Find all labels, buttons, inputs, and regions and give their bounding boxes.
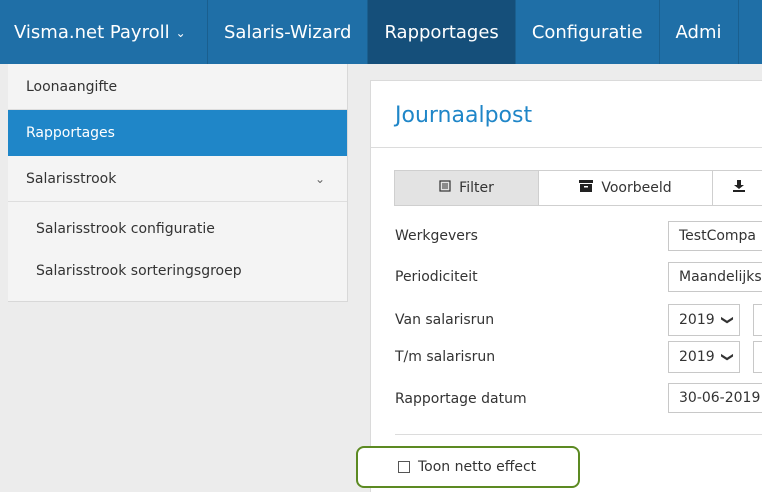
select-value: 2019 <box>679 349 715 365</box>
archive-icon <box>579 180 594 196</box>
periodiciteit-field[interactable]: Maandelijks <box>668 262 762 292</box>
report-panel: Journaalpost Filter Voorbeeld Werkgevers… <box>370 80 762 492</box>
nav-item-admin[interactable]: Admi <box>660 0 739 64</box>
tab-filter[interactable]: Filter <box>395 171 539 205</box>
app-switcher[interactable]: Visma.net Payroll ⌄ <box>0 0 208 64</box>
sidebar-submenu: Salarisstrook configuratie Salarisstrook… <box>8 202 347 292</box>
periodiciteit-label: Periodiciteit <box>395 269 478 285</box>
van-salarisrun-label: Van salarisrun <box>395 312 495 328</box>
van-year-select[interactable]: 2019 ❯ <box>668 304 740 336</box>
top-navigation: Visma.net Payroll ⌄ Salaris-Wizard Rappo… <box>0 0 762 64</box>
filter-icon <box>439 180 451 196</box>
van-period-select[interactable] <box>753 304 762 336</box>
nav-item-configuratie[interactable]: Configuratie <box>516 0 660 64</box>
tm-period-select[interactable] <box>753 341 762 373</box>
app-title: Visma.net Payroll <box>14 21 170 43</box>
download-icon <box>733 180 745 196</box>
tab-label: Voorbeeld <box>601 180 672 196</box>
nav-item-rapportages[interactable]: Rapportages <box>368 0 516 64</box>
sidebar-subitem-configuratie[interactable]: Salarisstrook configuratie <box>8 208 347 250</box>
divider <box>395 434 762 435</box>
tab-label: Filter <box>459 180 494 196</box>
netto-effect-checkbox[interactable] <box>398 461 410 473</box>
rapportage-datum-label: Rapportage datum <box>395 391 527 407</box>
chevron-down-icon: ❯ <box>720 351 735 363</box>
sidebar-item-label: Salarisstrook sorteringsgroep <box>36 263 242 279</box>
page-title: Journaalpost <box>395 103 533 128</box>
nav-item-label: Configuratie <box>531 21 643 43</box>
chevron-down-icon: ❯ <box>720 314 735 326</box>
chevron-down-icon: ⌄ <box>175 26 186 40</box>
report-tabs: Filter Voorbeeld <box>394 170 762 206</box>
sidebar-item-label: Salarisstrook <box>26 170 117 187</box>
werkgevers-label: Werkgevers <box>395 228 478 244</box>
tm-salarisrun-label: T/m salarisrun <box>395 349 496 365</box>
select-value: 2019 <box>679 312 715 328</box>
sidebar-item-label: Rapportages <box>26 125 115 141</box>
divider <box>371 147 762 148</box>
sidebar: Loonaangifte Rapportages Salarisstrook ⌄… <box>8 64 348 302</box>
tab-voorbeeld[interactable]: Voorbeeld <box>539 171 713 205</box>
nav-item-label: Admi <box>675 21 722 43</box>
netto-effect-label: Toon netto effect <box>418 459 537 475</box>
nav-item-salaris-wizard[interactable]: Salaris-Wizard <box>208 0 369 64</box>
chevron-down-icon: ⌄ <box>314 171 325 186</box>
werkgevers-field[interactable]: TestCompa <box>668 221 762 251</box>
sidebar-item-rapportages[interactable]: Rapportages <box>8 110 347 156</box>
tm-year-select[interactable]: 2019 ❯ <box>668 341 740 373</box>
sidebar-item-loonaangifte[interactable]: Loonaangifte <box>8 64 347 110</box>
nav-item-label: Salaris-Wizard <box>224 21 352 43</box>
sidebar-item-salarisstrook[interactable]: Salarisstrook ⌄ <box>8 156 347 202</box>
sidebar-item-label: Salarisstrook configuratie <box>36 221 215 237</box>
tab-download[interactable] <box>713 171 762 205</box>
rapportage-datum-field[interactable]: 30-06-2019 <box>668 383 762 413</box>
netto-effect-highlight: Toon netto effect <box>356 446 580 488</box>
nav-item-label: Rapportages <box>384 21 499 43</box>
sidebar-subitem-sorteringsgroep[interactable]: Salarisstrook sorteringsgroep <box>8 250 347 292</box>
sidebar-item-label: Loonaangifte <box>26 78 118 95</box>
